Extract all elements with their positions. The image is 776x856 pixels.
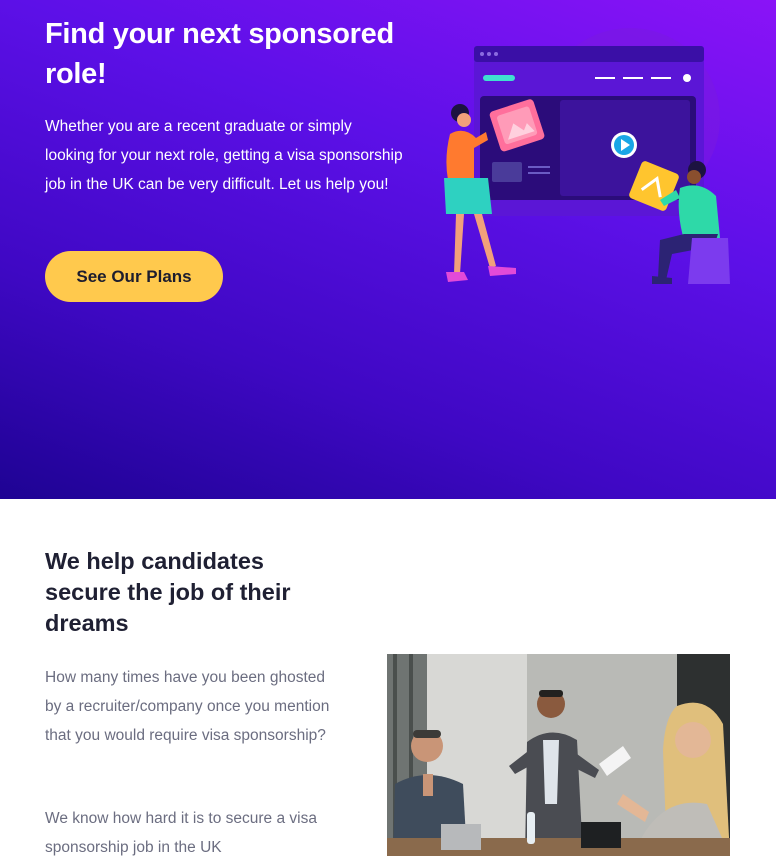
- people-collaborating-illustration: [444, 28, 730, 284]
- second-paragraph: We know how hard it is to secure a visa …: [45, 810, 317, 856]
- hero-section: Find your next sponsored role! Whether y…: [0, 0, 776, 499]
- hero-title: Find your next sponsored role!: [45, 18, 394, 90]
- hero-description: Whether you are a recent graduate or sim…: [45, 118, 403, 193]
- section-title: We help candidates secure the job of the…: [45, 548, 291, 636]
- meeting-photo: [387, 654, 730, 856]
- see-our-plans-button[interactable]: See Our Plans: [45, 251, 223, 302]
- intro-paragraph: How many times have you been ghosted by …: [45, 669, 330, 744]
